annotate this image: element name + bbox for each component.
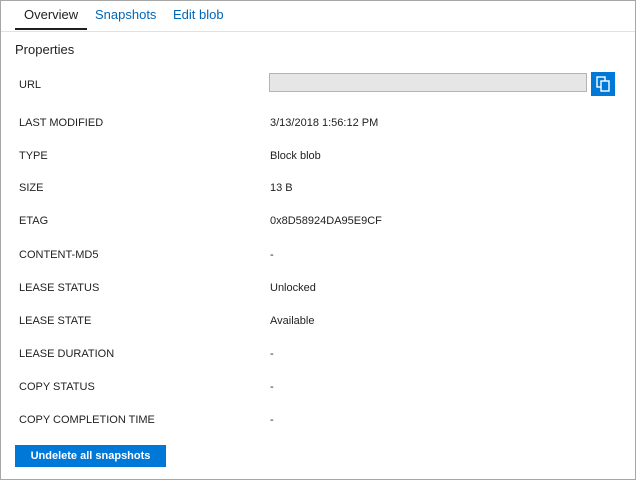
prop-label-etag: ETAG	[19, 215, 49, 227]
prop-label-type: TYPE	[19, 150, 48, 162]
copy-icon	[596, 76, 610, 92]
prop-value-etag: 0x8D58924DA95E9CF	[270, 215, 382, 227]
prop-label-copy-status: COPY STATUS	[19, 381, 95, 393]
tab-overview[interactable]: Overview	[15, 1, 88, 30]
prop-label-lease-duration: LEASE DURATION	[19, 348, 115, 360]
prop-value-lease-status: Unlocked	[270, 282, 316, 294]
prop-value-size: 13 B	[270, 182, 293, 194]
prop-label-copy-completion-time: COPY COMPLETION TIME	[19, 414, 155, 426]
url-field[interactable]	[269, 73, 587, 92]
prop-label-lease-status: LEASE STATUS	[19, 282, 100, 294]
undelete-all-snapshots-button[interactable]: Undelete all snapshots	[15, 445, 166, 467]
tab-bar: Overview Snapshots Edit blob	[1, 1, 635, 32]
prop-value-content-md5: -	[270, 249, 274, 261]
prop-value-lease-duration: -	[270, 348, 274, 360]
prop-value-copy-completion-time: -	[270, 414, 274, 426]
tab-snapshots[interactable]: Snapshots	[95, 1, 156, 30]
prop-label-size: SIZE	[19, 182, 44, 194]
prop-label-content-md5: CONTENT-MD5	[19, 249, 99, 261]
prop-value-copy-status: -	[270, 381, 274, 393]
section-title: Properties	[15, 42, 75, 57]
blob-properties-panel: Overview Snapshots Edit blob Properties …	[0, 0, 636, 480]
prop-label-lease-state: LEASE STATE	[19, 315, 92, 327]
copy-url-button[interactable]	[591, 72, 615, 96]
prop-value-lease-state: Available	[270, 315, 315, 327]
prop-value-type: Block blob	[270, 150, 321, 162]
url-label: URL	[19, 79, 42, 91]
prop-label-last-modified: LAST MODIFIED	[19, 117, 104, 129]
prop-value-last-modified: 3/13/2018 1:56:12 PM	[270, 117, 379, 129]
tab-edit-blob[interactable]: Edit blob	[173, 1, 224, 30]
